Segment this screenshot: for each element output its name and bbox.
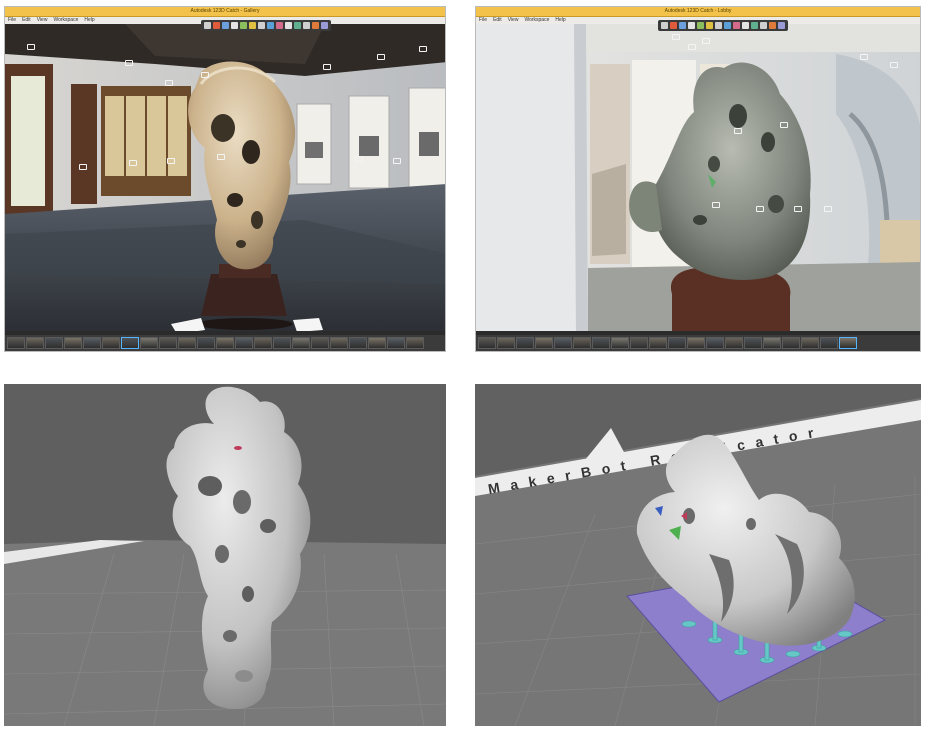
- photo-thumbnail[interactable]: [273, 337, 291, 349]
- photo-thumbnail[interactable]: [311, 337, 329, 349]
- photo-thumbnail[interactable]: [406, 337, 424, 349]
- lobby-photo: [476, 24, 920, 333]
- photo-thumbnail[interactable]: [668, 337, 686, 349]
- toolbar: [658, 20, 788, 31]
- menu-workspace[interactable]: Workspace: [53, 17, 78, 24]
- select-icon[interactable]: [661, 22, 668, 29]
- menu-view[interactable]: View: [508, 17, 519, 24]
- photo-thumbnail[interactable]: [839, 337, 857, 349]
- photo-thumbnail[interactable]: [592, 337, 610, 349]
- menu-file[interactable]: File: [479, 17, 487, 24]
- photo-thumbnail[interactable]: [478, 337, 496, 349]
- menu-edit[interactable]: Edit: [493, 17, 502, 24]
- menu-help[interactable]: Help: [84, 17, 94, 24]
- select-icon[interactable]: [204, 22, 211, 29]
- photo-thumbnail[interactable]: [26, 337, 44, 349]
- zoom-icon[interactable]: [231, 22, 238, 29]
- measure-icon[interactable]: [724, 22, 731, 29]
- photo-thumbnail[interactable]: [706, 337, 724, 349]
- photo-thumbnail[interactable]: [140, 337, 158, 349]
- menu-file[interactable]: File: [8, 17, 16, 24]
- photo-thumbnail[interactable]: [330, 337, 348, 349]
- photo-thumbnail[interactable]: [216, 337, 234, 349]
- pan-icon[interactable]: [222, 22, 229, 29]
- photo-thumbnail[interactable]: [801, 337, 819, 349]
- photo-thumbnail[interactable]: [630, 337, 648, 349]
- settings-icon[interactable]: [778, 22, 785, 29]
- thumbnail-strip[interactable]: [5, 335, 445, 351]
- photo-thumbnail[interactable]: [497, 337, 515, 349]
- photo-thumbnail[interactable]: [744, 337, 762, 349]
- photo-thumbnail[interactable]: [64, 337, 82, 349]
- stitch-icon[interactable]: [751, 22, 758, 29]
- orbit-icon[interactable]: [670, 22, 677, 29]
- measure-icon[interactable]: [267, 22, 274, 29]
- window-title: Autodesk 123D Catch - Gallery: [190, 8, 260, 14]
- photo-thumbnail[interactable]: [254, 337, 272, 349]
- photo-thumbnail[interactable]: [387, 337, 405, 349]
- mesh-scene: [4, 384, 446, 726]
- wireframe-icon[interactable]: [285, 22, 292, 29]
- photo-thumbnail[interactable]: [7, 337, 25, 349]
- reference-icon[interactable]: [303, 22, 310, 29]
- photo-thumbnail[interactable]: [573, 337, 591, 349]
- catch-window-lobby: Autodesk 123D Catch - Lobby File Edit Vi…: [475, 6, 921, 352]
- print-scene: MakerBot Replicator: [475, 384, 921, 726]
- menu-workspace[interactable]: Workspace: [524, 17, 549, 24]
- zoom-icon[interactable]: [688, 22, 695, 29]
- photo-thumbnail[interactable]: [516, 337, 534, 349]
- photo-thumbnail[interactable]: [102, 337, 120, 349]
- photo-thumbnail[interactable]: [687, 337, 705, 349]
- photo-thumbnail[interactable]: [368, 337, 386, 349]
- orbit-icon[interactable]: [213, 22, 220, 29]
- photo-thumbnail[interactable]: [178, 337, 196, 349]
- material-icon[interactable]: [276, 22, 283, 29]
- menu-help[interactable]: Help: [555, 17, 565, 24]
- photo-thumbnail[interactable]: [554, 337, 572, 349]
- menu-edit[interactable]: Edit: [22, 17, 31, 24]
- export-icon[interactable]: [312, 22, 319, 29]
- photo-viewport[interactable]: [5, 24, 445, 333]
- stitch-icon[interactable]: [294, 22, 301, 29]
- print-prep-viewport[interactable]: MakerBot Replicator: [475, 384, 921, 726]
- photo-viewport[interactable]: [476, 24, 920, 333]
- photo-thumbnail[interactable]: [121, 337, 139, 349]
- reference-icon[interactable]: [760, 22, 767, 29]
- photo-thumbnail[interactable]: [725, 337, 743, 349]
- title-bar: Autodesk 123D Catch - Lobby: [476, 7, 920, 17]
- photo-thumbnail[interactable]: [535, 337, 553, 349]
- photo-thumbnail[interactable]: [649, 337, 667, 349]
- camera-icon[interactable]: [706, 22, 713, 29]
- fit-icon[interactable]: [240, 22, 247, 29]
- pan-icon[interactable]: [679, 22, 686, 29]
- photo-thumbnail[interactable]: [763, 337, 781, 349]
- menu-view[interactable]: View: [37, 17, 48, 24]
- title-bar: Autodesk 123D Catch - Gallery: [5, 7, 445, 17]
- export-icon[interactable]: [769, 22, 776, 29]
- photo-thumbnail[interactable]: [782, 337, 800, 349]
- catch-window-gallery: Autodesk 123D Catch - Gallery File Edit …: [4, 6, 446, 352]
- lasso-icon[interactable]: [258, 22, 265, 29]
- thumbnail-strip[interactable]: [476, 335, 920, 351]
- settings-icon[interactable]: [321, 22, 328, 29]
- photo-thumbnail[interactable]: [159, 337, 177, 349]
- material-icon[interactable]: [733, 22, 740, 29]
- wireframe-icon[interactable]: [742, 22, 749, 29]
- photo-thumbnail[interactable]: [45, 337, 63, 349]
- fit-icon[interactable]: [697, 22, 704, 29]
- photo-thumbnail[interactable]: [292, 337, 310, 349]
- gallery-photo: [5, 24, 445, 333]
- photo-thumbnail[interactable]: [197, 337, 215, 349]
- photo-thumbnail[interactable]: [611, 337, 629, 349]
- lasso-icon[interactable]: [715, 22, 722, 29]
- window-title: Autodesk 123D Catch - Lobby: [664, 8, 732, 14]
- mesh-viewport[interactable]: [4, 384, 446, 726]
- photo-thumbnail[interactable]: [83, 337, 101, 349]
- toolbar: [201, 20, 331, 31]
- photo-thumbnail[interactable]: [820, 337, 838, 349]
- photo-thumbnail[interactable]: [349, 337, 367, 349]
- camera-icon[interactable]: [249, 22, 256, 29]
- photo-thumbnail[interactable]: [235, 337, 253, 349]
